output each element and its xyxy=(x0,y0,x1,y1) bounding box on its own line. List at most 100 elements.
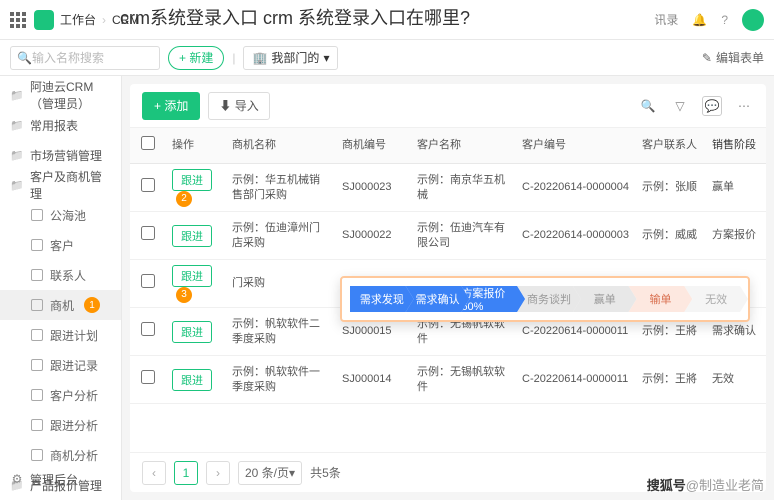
page-overlay-title: crm系统登录入口 crm 系统登录入口在哪里? xyxy=(120,4,470,30)
stage-step[interactable]: 输单 xyxy=(629,286,693,312)
page-1-button[interactable]: 1 xyxy=(174,461,198,485)
cell-name: 示例：华五机械销售部门采购 xyxy=(226,173,336,202)
sidebar-item[interactable]: 阿迪云CRM（管理员） xyxy=(0,80,121,110)
follow-button[interactable]: 跟进 xyxy=(172,265,212,287)
stage-step[interactable]: 无效 xyxy=(684,286,748,312)
follow-button[interactable]: 跟进 xyxy=(172,321,212,343)
row-checkbox[interactable] xyxy=(141,274,155,288)
file-icon xyxy=(30,388,44,402)
news-link[interactable]: 讯录 xyxy=(654,11,678,28)
cell-contact: 示例：威威 xyxy=(636,228,706,242)
search-icon[interactable]: 🔍 xyxy=(638,96,658,116)
help-icon[interactable]: ? xyxy=(721,13,728,27)
apps-grid-icon[interactable] xyxy=(10,12,26,28)
table-header-row: 操作 商机名称 商机编号 客户名称 客户编号 客户联系人 销售阶段 xyxy=(130,128,766,164)
more-icon[interactable]: ⋯ xyxy=(734,96,754,116)
sidebar-item[interactable]: 市场营销管理 xyxy=(0,140,121,170)
stage-step[interactable]: 商务谈判 xyxy=(517,286,581,312)
cell-stage: 无效 xyxy=(706,372,766,386)
sidebar-item[interactable]: 常用报表 xyxy=(0,110,121,140)
col-code[interactable]: 商机编号 xyxy=(336,138,411,152)
folder-icon xyxy=(10,88,24,102)
cell-contact: 示例：张顺 xyxy=(636,180,706,194)
gear-icon xyxy=(10,472,24,486)
nav-label: 跟进分析 xyxy=(50,417,98,434)
follow-button[interactable]: 跟进 xyxy=(172,369,212,391)
col-stage[interactable]: 销售阶段 xyxy=(706,138,766,152)
follow-button[interactable]: 跟进 xyxy=(172,169,212,191)
stage-step[interactable]: 方案报价 60% xyxy=(461,286,525,312)
cell-cust: 示例：南京华五机械 xyxy=(411,173,516,202)
table-row[interactable]: 跟进示例：伍迪漳州门店采购SJ000022示例：伍迪汽车有限公司C-202206… xyxy=(130,212,766,260)
file-icon xyxy=(30,238,44,252)
file-icon xyxy=(30,418,44,432)
chat-icon[interactable]: 💬 xyxy=(702,96,722,116)
cell-name: 示例：帆软软件一季度采购 xyxy=(226,365,336,394)
col-custcode[interactable]: 客户编号 xyxy=(516,138,636,152)
file-icon xyxy=(30,328,44,342)
nav-label: 公海池 xyxy=(50,207,86,224)
edit-form-button[interactable]: ✎ 编辑表单 xyxy=(702,49,764,66)
content-panel: + 添加 ⬇ 导入 🔍 ▽ 💬 ⋯ 操作 商机名称 商机编号 客户名称 客户编号… xyxy=(130,84,766,492)
new-button[interactable]: + 新建 xyxy=(168,46,224,70)
table-row[interactable]: 跟进示例：帆软软件一季度采购SJ000014示例：无锡帆软软件C-2022061… xyxy=(130,356,766,404)
row-checkbox[interactable] xyxy=(141,370,155,384)
stage-step[interactable]: 需求确认 xyxy=(406,286,470,312)
row-badge-icon: 3 xyxy=(176,287,192,303)
row-checkbox[interactable] xyxy=(141,226,155,240)
row-checkbox[interactable] xyxy=(141,322,155,336)
sidebar-item[interactable]: 跟进计划 xyxy=(0,320,121,350)
filter-icon[interactable]: ▽ xyxy=(670,96,690,116)
dept-label: 我部门的 xyxy=(271,49,319,66)
building-icon: 🏢 xyxy=(252,51,267,65)
add-button[interactable]: + 添加 xyxy=(142,92,200,120)
cell-cust: 示例：伍迪汽车有限公司 xyxy=(411,221,516,250)
cell-code: SJ000014 xyxy=(336,372,411,386)
content-toolbar: + 添加 ⬇ 导入 🔍 ▽ 💬 ⋯ xyxy=(130,84,766,128)
sidebar-item[interactable]: 客户分析 xyxy=(0,380,121,410)
table-row[interactable]: 跟进2示例：华五机械销售部门采购SJ000023示例：南京华五机械C-20220… xyxy=(130,164,766,212)
workspace-label[interactable]: 工作台 xyxy=(60,11,96,28)
file-icon xyxy=(30,268,44,282)
cell-stage: 方案报价 xyxy=(706,228,766,242)
col-name[interactable]: 商机名称 xyxy=(226,138,336,152)
cell-code: SJ000015 xyxy=(336,324,411,338)
select-all-checkbox[interactable] xyxy=(141,136,155,150)
download-icon: ⬇ xyxy=(219,99,231,113)
watermark: 搜狐号@制造业老简 xyxy=(647,475,764,494)
folder-icon xyxy=(10,178,24,192)
department-select[interactable]: 🏢我部门的▾ xyxy=(243,46,338,70)
row-checkbox[interactable] xyxy=(141,178,155,192)
col-cust[interactable]: 客户名称 xyxy=(411,138,516,152)
cell-custcode: C-20220614-0000011 xyxy=(516,324,636,338)
stage-step[interactable]: 需求发现 xyxy=(350,286,414,312)
sidebar-item[interactable]: 联系人 xyxy=(0,260,121,290)
sidebar-item[interactable]: 跟进记录 xyxy=(0,350,121,380)
cell-contact: 示例：王將 xyxy=(636,324,706,338)
sidebar-item[interactable]: 客户 xyxy=(0,230,121,260)
admin-backend-link[interactable]: 管理后台 xyxy=(0,464,122,494)
search-input[interactable]: 🔍 输入名称搜索 xyxy=(10,46,160,70)
sidebar-item[interactable]: 公海池 xyxy=(0,200,121,230)
badge-icon: 1 xyxy=(84,297,100,313)
pencil-icon: ✎ xyxy=(702,51,712,65)
import-button[interactable]: ⬇ 导入 xyxy=(208,92,269,120)
sidebar-item[interactable]: 客户及商机管理 xyxy=(0,170,121,200)
file-icon xyxy=(30,298,44,312)
sidebar-item[interactable]: 商机1 xyxy=(0,290,121,320)
cell-stage: 赢单 xyxy=(706,180,766,194)
stage-step[interactable]: 赢单 xyxy=(573,286,637,312)
follow-button[interactable]: 跟进 xyxy=(172,225,212,247)
col-contact[interactable]: 客户联系人 xyxy=(636,138,706,152)
nav-label: 常用报表 xyxy=(30,117,78,134)
folder-icon xyxy=(10,118,24,132)
cell-code: SJ000023 xyxy=(336,180,411,194)
bell-icon[interactable]: 🔔 xyxy=(692,13,707,27)
edit-form-label: 编辑表单 xyxy=(716,49,764,66)
data-table: 操作 商机名称 商机编号 客户名称 客户编号 客户联系人 销售阶段 跟进2示例：… xyxy=(130,128,766,452)
subbar: 🔍 输入名称搜索 + 新建 | 🏢我部门的▾ ✎编辑表单 xyxy=(0,40,774,76)
next-page-button[interactable]: › xyxy=(206,461,230,485)
user-avatar[interactable] xyxy=(742,9,764,31)
page-size-select[interactable]: 20 条/页 ▾ xyxy=(238,461,302,485)
sidebar-item[interactable]: 跟进分析 xyxy=(0,410,121,440)
